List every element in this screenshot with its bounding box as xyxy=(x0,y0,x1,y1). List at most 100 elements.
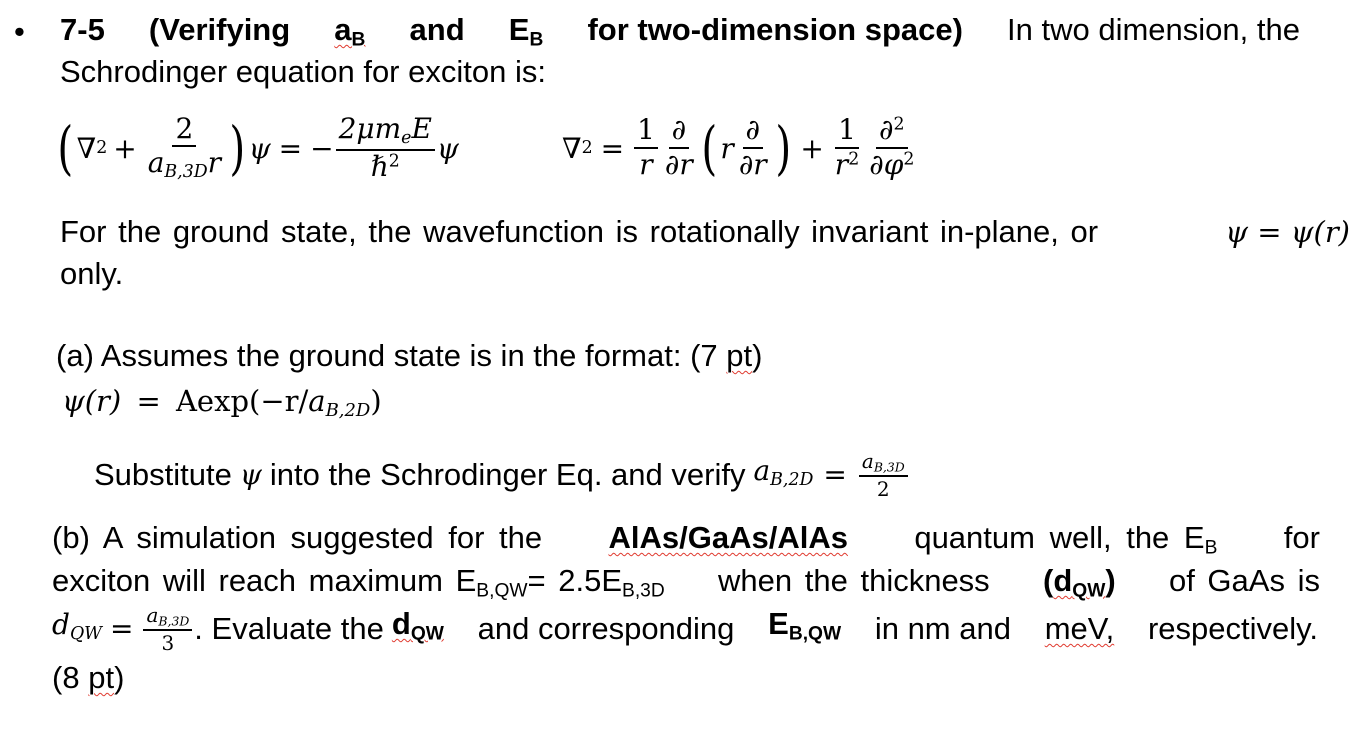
pb-dqw-d: d xyxy=(1053,563,1073,598)
den-sub: B,3D xyxy=(164,162,208,183)
verify-a: a xyxy=(753,453,771,487)
psi: ψ xyxy=(248,131,271,165)
frac-d2-dphi2: ∂2 ∂φ2 xyxy=(866,114,917,181)
part-b-line3: dQW = aB,3D 3 . Evaluate the dQW and corr… xyxy=(52,598,1318,660)
pb-l3-bdsub: QW xyxy=(410,623,444,645)
f5-num-sup: 2 xyxy=(893,114,905,135)
pb-l3-eq: = xyxy=(110,611,134,645)
title-a-sub: B xyxy=(351,29,366,51)
paren-right2: ) xyxy=(775,114,791,182)
nabla-sq: 2 xyxy=(96,138,108,158)
part-a-close: ) xyxy=(752,338,763,373)
pb-material: AlAs/GaAs/AlAs xyxy=(608,520,848,555)
pb-l3-be: E xyxy=(768,605,789,641)
f2-den: ∂r xyxy=(664,148,693,181)
paren-left2: ( xyxy=(701,114,718,182)
pb-l3-b: and corresponding xyxy=(477,611,735,646)
pb-l3-respectively: respectively. xyxy=(1147,611,1318,646)
title-eb: EB xyxy=(509,12,544,58)
ground-state-line2: only. xyxy=(60,256,124,291)
hbar-sq: 2 xyxy=(388,151,400,172)
title-e-letter: E xyxy=(508,12,530,47)
frac-1-over-r: 1r xyxy=(634,114,658,181)
f4-den: r2 xyxy=(832,149,862,181)
r-factor: r xyxy=(720,131,734,165)
bullet: • xyxy=(14,14,25,49)
pb-l3-dqw: dQW xyxy=(52,607,102,652)
nabla2-sq: 2 xyxy=(581,138,593,158)
pb-l1-b-text: quantum well, the E xyxy=(914,520,1205,555)
verify-sub: B,2D xyxy=(770,469,814,490)
den-a: a xyxy=(147,146,165,180)
equals: = xyxy=(278,131,303,165)
f5-num: ∂2 xyxy=(876,114,908,149)
pb-l1-b: quantum well, the EB xyxy=(914,520,1217,566)
paren-left: ( xyxy=(57,114,74,182)
problem-title-line: 7-5 (Verifying aB and EB for two-dimensi… xyxy=(60,12,1300,58)
title-verifying: (Verifying xyxy=(148,12,291,47)
pb-l3-num: aB,3D xyxy=(143,602,193,632)
pb-l3-bold-d: dQW xyxy=(392,606,444,652)
psi-of-r: ψ = ψ(r) xyxy=(1225,215,1350,249)
verify-frac: aB,3D 2 xyxy=(858,448,908,500)
part-a-pt: pt xyxy=(726,338,753,373)
pb-dqw-open: ( xyxy=(1043,563,1054,598)
f5-den-dphi: ∂φ xyxy=(869,148,904,181)
energy-num: 2μmeE xyxy=(335,113,435,151)
minus: − xyxy=(310,131,334,165)
problem-number: 7-5 xyxy=(60,12,105,47)
verify-num-a: a xyxy=(861,448,874,473)
schrodinger-equation: ( ∇ 2 + 2 aB,3Dr ) ψ = − 2μmeE ℏ2 ψ xyxy=(54,108,458,188)
verify-num-sub: B,3D xyxy=(873,459,905,475)
part-a-prompt: (a) Assumes the ground state is in the f… xyxy=(56,338,762,374)
pb-l4-pt: pt xyxy=(88,660,115,695)
pb-l3-num-a: a xyxy=(146,602,159,627)
pb-l2-a-text: exciton will reach maximum E xyxy=(52,563,477,598)
plus2: + xyxy=(800,131,824,165)
frac-den: aB,3Dr xyxy=(145,147,224,182)
f1-den: r xyxy=(639,148,653,181)
f4-den-sup: 2 xyxy=(848,149,860,170)
gs-sub: B,2D xyxy=(325,400,371,422)
verify-substitute: Substitute xyxy=(94,457,232,492)
gs-a: a xyxy=(308,384,326,418)
paren-right: ) xyxy=(229,114,246,182)
part-b-line1: (b) A simulation suggested for the AlAs/… xyxy=(52,520,1320,566)
f2-num: ∂ xyxy=(668,114,690,149)
part-b-points: (8 pt) xyxy=(52,660,124,696)
pb-dqw-close: ) xyxy=(1105,563,1116,598)
verify-psi: ψ xyxy=(239,458,262,491)
part-a-text: (a) Assumes the ground state is in the f… xyxy=(56,338,718,373)
ground-state-line1: For the ground state, the wavefunction i… xyxy=(60,214,1350,250)
title-e-sub: B xyxy=(529,29,544,51)
title-and: and xyxy=(409,12,465,47)
gs-rhs: Aexp(−r/ xyxy=(175,384,309,418)
pb-l1-a: (b) A simulation suggested for the xyxy=(52,520,543,555)
pb-l3-mev: meV, xyxy=(1044,611,1115,646)
pb-l3-a: . Evaluate the xyxy=(194,610,384,646)
pb-l3-besub: B,QW xyxy=(788,623,842,645)
verify-eq: = xyxy=(823,458,847,491)
f4-num: 1 xyxy=(835,114,859,149)
laplacian-equation: ∇ 2 = 1r ∂ ∂r ( r ∂ ∂r ) + 1 r2 ∂2 ∂φ2 xyxy=(562,108,919,188)
nabla: ∇ xyxy=(76,131,97,165)
f5-den-sup: 2 xyxy=(903,149,915,170)
pb-l3-c: in nm and xyxy=(874,611,1011,646)
intro-rest: In two dimension, the xyxy=(1007,12,1300,47)
pb-l3-frac: aB,3D 3 xyxy=(143,602,193,654)
pb-l2-b: = 2.5E xyxy=(527,563,623,598)
title-rest: for two-dimension space) xyxy=(587,12,963,47)
energy-den: ℏ2 xyxy=(368,151,403,183)
gs-close: ) xyxy=(370,384,382,418)
den-r: r xyxy=(207,146,222,180)
title-ab: aB xyxy=(334,12,365,58)
verify-line: Substitute ψ into the Schrodinger Eq. an… xyxy=(94,440,910,510)
pb-l3-bd: d xyxy=(391,605,411,641)
frac-d-dr: ∂ ∂r xyxy=(662,114,696,181)
verify-text: into the Schrodinger Eq. and verify xyxy=(269,457,746,492)
gs-eq: = xyxy=(136,384,161,418)
f4-den-r: r xyxy=(834,148,849,181)
title-a-letter: a xyxy=(334,12,352,47)
pb-l4-open: (8 xyxy=(52,660,80,695)
verify-a2d: aB,2D xyxy=(753,453,813,498)
